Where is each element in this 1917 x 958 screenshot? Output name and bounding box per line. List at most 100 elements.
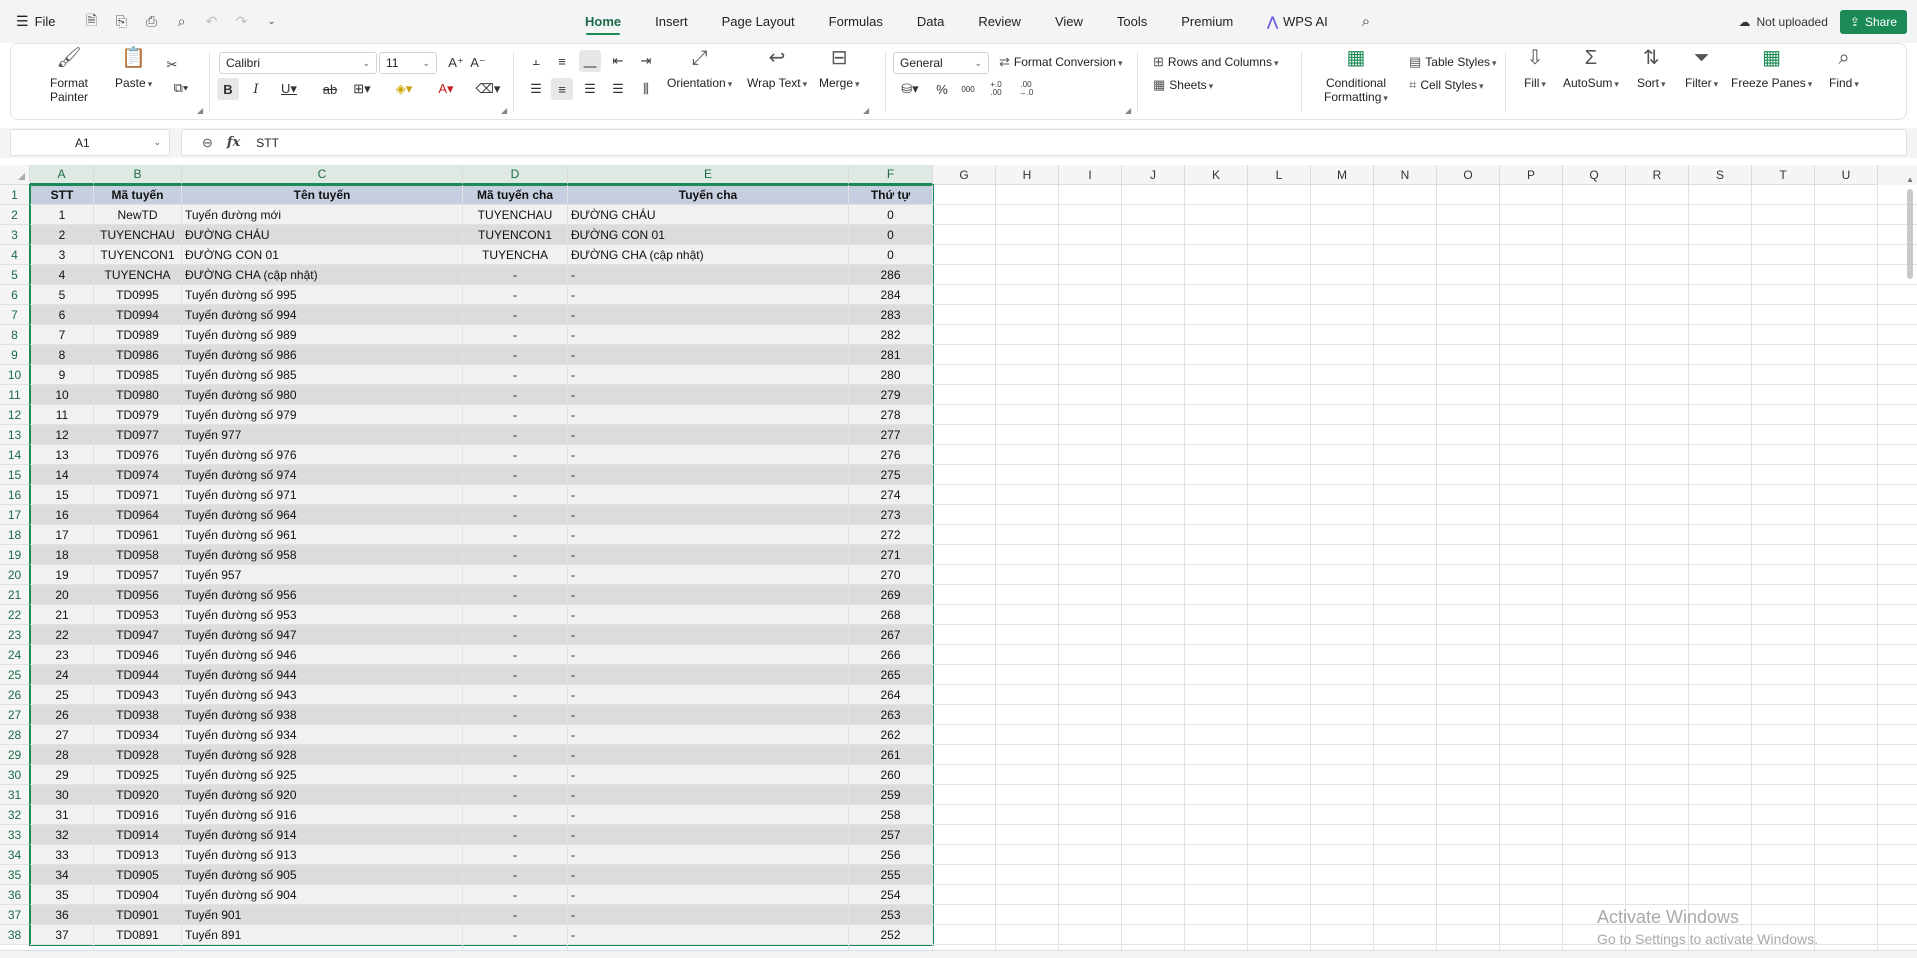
table-cell[interactable]: Tuyến đường số 953 xyxy=(182,605,463,625)
row-header[interactable]: 24 xyxy=(0,645,30,665)
table-cell[interactable]: 282 xyxy=(849,325,933,345)
row-header[interactable]: 3 xyxy=(0,225,30,245)
table-cell[interactable]: TD0943 xyxy=(94,685,182,705)
table-cell[interactable]: - xyxy=(568,705,849,725)
table-cell[interactable]: Tuyến đường số 947 xyxy=(182,625,463,645)
table-cell[interactable]: 281 xyxy=(849,345,933,365)
table-cell[interactable]: TD0905 xyxy=(94,865,182,885)
table-cell[interactable]: 15 xyxy=(30,485,94,505)
table-cell[interactable]: 18 xyxy=(30,545,94,565)
tab-premium[interactable]: Premium xyxy=(1164,0,1250,43)
dialog-launcher-icon[interactable]: ◢ xyxy=(1125,106,1131,115)
table-cell[interactable]: 30 xyxy=(30,785,94,805)
table-cell[interactable]: 271 xyxy=(849,545,933,565)
row-header[interactable]: 5 xyxy=(0,265,30,285)
table-cell[interactable]: - xyxy=(463,365,568,385)
table-cell[interactable]: TD0980 xyxy=(94,385,182,405)
table-cell[interactable]: 23 xyxy=(30,645,94,665)
column-header-c[interactable]: C xyxy=(182,165,463,185)
row-header[interactable]: 27 xyxy=(0,705,30,725)
table-cell[interactable]: ĐƯỜNG CHA (cập nhật) xyxy=(182,265,463,285)
redo-icon[interactable]: ↷ xyxy=(234,13,250,30)
column-header-u[interactable]: U xyxy=(1815,165,1878,185)
table-cell[interactable]: - xyxy=(568,685,849,705)
table-cell[interactable]: - xyxy=(463,685,568,705)
row-header[interactable]: 7 xyxy=(0,305,30,325)
table-cell[interactable]: 264 xyxy=(849,685,933,705)
table-cell[interactable]: - xyxy=(568,265,849,285)
italic-icon[interactable]: I xyxy=(245,78,267,100)
row-header[interactable]: 32 xyxy=(0,805,30,825)
row-header[interactable]: 30 xyxy=(0,765,30,785)
table-cell[interactable]: Tuyến đường số 974 xyxy=(182,465,463,485)
font-size-select[interactable]: 11 ⌄ xyxy=(379,52,437,74)
table-cell[interactable]: 36 xyxy=(30,905,94,925)
table-cell[interactable]: 256 xyxy=(849,845,933,865)
table-cell[interactable]: - xyxy=(568,665,849,685)
table-cell[interactable]: Tuyến đường số 976 xyxy=(182,445,463,465)
table-cell[interactable]: Tuyến đường số 905 xyxy=(182,865,463,885)
orientation-button[interactable]: ⤢ Orientation xyxy=(667,44,732,91)
table-cell[interactable]: TD0901 xyxy=(94,905,182,925)
merge-button[interactable]: ⊟ Merge xyxy=(819,44,860,91)
undo-icon[interactable]: ↶ xyxy=(204,13,220,30)
column-header-o[interactable]: O xyxy=(1437,165,1500,185)
table-cell[interactable]: Tuyến đường số 928 xyxy=(182,745,463,765)
table-cell[interactable]: Tuyến đường số 925 xyxy=(182,765,463,785)
vertical-scrollbar[interactable] xyxy=(1907,189,1913,279)
table-cell[interactable]: - xyxy=(463,505,568,525)
column-header-m[interactable]: M xyxy=(1311,165,1374,185)
table-cell[interactable]: - xyxy=(568,845,849,865)
table-cell[interactable]: TD0956 xyxy=(94,585,182,605)
print-icon[interactable]: ⎙ xyxy=(144,13,160,30)
tab-tools[interactable]: Tools xyxy=(1100,0,1164,43)
chevron-down-icon[interactable]: ⌄ xyxy=(264,14,280,30)
table-cell[interactable]: - xyxy=(463,445,568,465)
table-cell[interactable]: - xyxy=(463,465,568,485)
column-header-r[interactable]: R xyxy=(1626,165,1689,185)
column-header-s[interactable]: S xyxy=(1689,165,1752,185)
table-cell[interactable]: - xyxy=(568,585,849,605)
column-header-j[interactable]: J xyxy=(1122,165,1185,185)
align-right-icon[interactable]: ☰ xyxy=(579,78,601,100)
table-cell[interactable]: 25 xyxy=(30,685,94,705)
search-icon[interactable]: ⌕ xyxy=(1345,0,1387,43)
table-cell[interactable]: 6 xyxy=(30,305,94,325)
decrease-indent-icon[interactable]: ⇤ xyxy=(607,50,629,72)
table-cell[interactable]: - xyxy=(568,745,849,765)
table-cell[interactable]: 267 xyxy=(849,625,933,645)
table-cell[interactable]: - xyxy=(463,785,568,805)
thousands-icon[interactable]: 000 xyxy=(957,78,979,100)
table-cell[interactable]: 21 xyxy=(30,605,94,625)
table-header-cell[interactable]: Tên tuyến xyxy=(182,185,463,205)
function-icon[interactable]: fx xyxy=(227,135,240,150)
column-header-i[interactable]: I xyxy=(1059,165,1122,185)
table-header-cell[interactable]: Mã tuyến xyxy=(94,185,182,205)
table-cell[interactable]: 4 xyxy=(30,265,94,285)
column-header-k[interactable]: K xyxy=(1185,165,1248,185)
table-cell[interactable]: TUYENCON1 xyxy=(94,245,182,265)
table-cell[interactable]: 278 xyxy=(849,405,933,425)
table-cell[interactable]: TD0985 xyxy=(94,365,182,385)
column-header-e[interactable]: E xyxy=(568,165,849,185)
table-cell[interactable]: TD0916 xyxy=(94,805,182,825)
table-cell[interactable]: - xyxy=(568,505,849,525)
row-header[interactable]: 22 xyxy=(0,605,30,625)
table-cell[interactable]: ĐƯỜNG CHÁU xyxy=(568,205,849,225)
table-cell[interactable]: - xyxy=(463,565,568,585)
fill-color-icon[interactable]: ◈▾ xyxy=(389,78,419,100)
table-cell[interactable]: TD0958 xyxy=(94,545,182,565)
table-cell[interactable]: - xyxy=(463,545,568,565)
table-cell[interactable]: - xyxy=(463,845,568,865)
table-cell[interactable]: 257 xyxy=(849,825,933,845)
table-cell[interactable]: 17 xyxy=(30,525,94,545)
table-cell[interactable]: Tuyến đường số 989 xyxy=(182,325,463,345)
tab-formulas[interactable]: Formulas xyxy=(812,0,900,43)
row-header[interactable]: 20 xyxy=(0,565,30,585)
table-cell[interactable]: TD0964 xyxy=(94,505,182,525)
table-cell[interactable]: TD0974 xyxy=(94,465,182,485)
table-cell[interactable]: - xyxy=(568,865,849,885)
table-cell[interactable]: 274 xyxy=(849,485,933,505)
table-cell[interactable]: TD0928 xyxy=(94,745,182,765)
table-header-cell[interactable]: Mã tuyến cha xyxy=(463,185,568,205)
